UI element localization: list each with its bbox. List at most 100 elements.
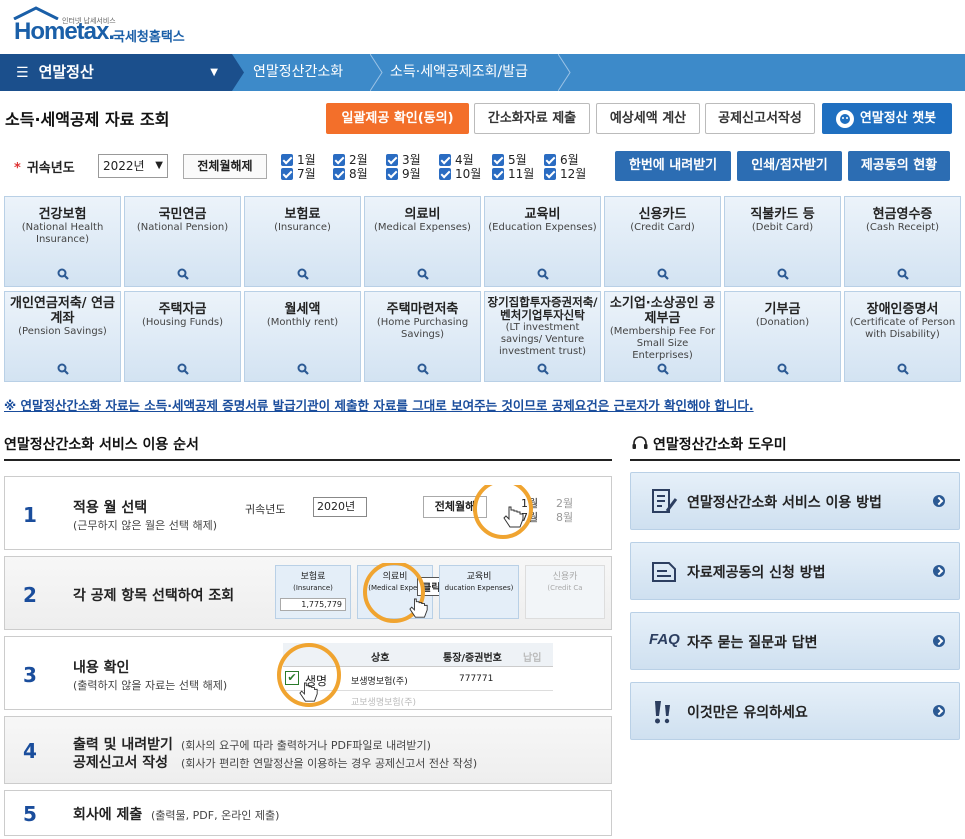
month-checkbox[interactable]: 9월	[386, 167, 421, 181]
tile-title: 직불카드 등	[750, 207, 815, 222]
print-braille-button[interactable]: 인쇄/점자받기	[737, 151, 842, 181]
deduction-tile[interactable]: 보험료 (Insurance)	[244, 196, 361, 287]
exclamation-icon	[655, 701, 670, 724]
deduction-tile[interactable]: 주택자금 (Housing Funds)	[124, 291, 241, 382]
deduction-tile[interactable]: 건강보험 (National Health Insurance)	[4, 196, 121, 287]
checkbox-checked-icon[interactable]	[333, 168, 345, 180]
help-cautions[interactable]: 이것만은 유의하세요	[630, 682, 960, 740]
month-checkbox[interactable]: 7월	[281, 167, 316, 181]
illus-education-label: 교육비	[466, 572, 492, 582]
deduction-tile[interactable]: 장기집합투자증권저축/ 벤처기업투자신탁 (LT investment savin…	[484, 291, 601, 382]
chatbot-button[interactable]: 연말정산 챗봇	[822, 103, 952, 134]
tile-title: 월세액	[284, 302, 321, 317]
month-checkbox[interactable]: 5월	[492, 153, 527, 167]
logo-korean-text: 국세청홈택스	[113, 30, 185, 45]
arrow-right-icon	[933, 705, 945, 717]
deduction-tile[interactable]: 개인연금저축/ 연금계좌 (Pension Savings)	[4, 291, 121, 382]
tile-subtitle: (National Pension)	[136, 222, 229, 233]
deduction-tile[interactable]: 기부금 (Donation)	[724, 291, 841, 382]
menu-dropdown[interactable]: ☰ 연말정산 ▼	[0, 54, 232, 91]
month-checkbox[interactable]: 12월	[544, 167, 586, 181]
deduction-tile[interactable]: 교육비 (Education Expenses)	[484, 196, 601, 287]
faq-icon: FAQ	[649, 631, 680, 648]
step-1-illustration: 귀속년도 2020년 전체월해 1월 7월 2월 8월	[241, 485, 607, 543]
step-number: 1	[23, 503, 37, 527]
illus-card-label: 신용카	[552, 572, 578, 582]
breadcrumb-separator-icon	[558, 54, 571, 91]
search-icon	[537, 268, 549, 280]
submit-simplified-button[interactable]: 간소화자료 제출	[474, 103, 590, 134]
tile-title: 교육비	[524, 207, 561, 222]
chevron-down-icon: ▼	[155, 160, 163, 171]
bulk-consent-button[interactable]: 일괄제공 확인(동의)	[326, 103, 469, 134]
month-checkbox[interactable]: 8월	[333, 167, 368, 181]
tile-subtitle: (Cash Receipt)	[866, 222, 939, 233]
checkbox-checked-icon[interactable]	[439, 154, 451, 166]
expected-tax-button[interactable]: 예상세액 계산	[596, 103, 700, 134]
tile-subtitle: (Insurance)	[274, 222, 331, 233]
checkbox-checked-icon[interactable]	[492, 168, 504, 180]
step-number: 2	[23, 583, 37, 607]
help-usage-guide[interactable]: 연말정산간소화 서비스 이용 방법	[630, 472, 960, 530]
illus-col-account: 통장/증권번호	[443, 653, 502, 664]
month-checkbox[interactable]: 10월	[439, 167, 481, 181]
deduction-tile[interactable]: 현금영수증 (Cash Receipt)	[844, 196, 961, 287]
help-faq[interactable]: FAQ 자주 묻는 질문과 답변	[630, 612, 960, 670]
breadcrumb-deduction-lookup[interactable]: 소득·세액공제조회/발급	[390, 54, 528, 91]
month-checkbox[interactable]: 2월	[333, 153, 368, 167]
required-mark: *	[14, 161, 21, 176]
checkbox-checked-icon[interactable]	[439, 168, 451, 180]
search-icon	[417, 363, 429, 375]
month-label: 1월	[297, 153, 316, 167]
tile-title: 주택자금	[158, 302, 207, 317]
checkbox-checked-icon[interactable]	[544, 168, 556, 180]
tile-subtitle: (National Health Insurance)	[21, 222, 104, 245]
illus-month-8: 8월	[556, 511, 574, 524]
checkbox-checked-icon[interactable]	[333, 154, 345, 166]
checkbox-checked-icon[interactable]	[492, 154, 504, 166]
month-checkbox[interactable]: 1월	[281, 153, 316, 167]
tile-subtitle: (Certificate of Person with Disability)	[849, 317, 956, 340]
breadcrumb-year-end[interactable]: 연말정산간소화	[253, 54, 343, 91]
search-icon	[177, 363, 189, 375]
deduction-tile[interactable]: 국민연금 (National Pension)	[124, 196, 241, 287]
month-checkbox[interactable]: 11월	[492, 167, 534, 181]
deduction-tile[interactable]: 직불카드 등 (Debit Card)	[724, 196, 841, 287]
help-section-title: 연말정산간소화 도우미	[653, 437, 787, 453]
search-icon	[657, 268, 669, 280]
tile-subtitle: (LT investment savings/ Venture investme…	[498, 322, 587, 357]
deduction-tile[interactable]: 장애인증명서 (Certificate of Person with Disabi…	[844, 291, 961, 382]
checkbox-checked-icon[interactable]	[281, 168, 293, 180]
month-label: 10월	[455, 167, 482, 181]
illus-row1-company: 보생명보험(주)	[351, 677, 408, 687]
month-checkbox[interactable]: 4월	[439, 153, 474, 167]
deduction-tile[interactable]: 월세액 (Monthly rent)	[244, 291, 361, 382]
deduction-tile[interactable]: 의료비 (Medical Expenses)	[364, 196, 481, 287]
download-all-button[interactable]: 한번에 내려받기	[615, 151, 731, 181]
section-divider	[630, 459, 960, 461]
deduction-tile[interactable]: 주택마련저축 (Home Purchasing Savings)	[364, 291, 481, 382]
help-consent-guide[interactable]: 자료제공동의 신청 방법	[630, 542, 960, 600]
illus-insurance-amount: 1,775,779	[280, 598, 346, 611]
checkbox-checked-icon[interactable]	[544, 154, 556, 166]
checkbox-checked-icon[interactable]	[281, 154, 293, 166]
deduction-tile[interactable]: 신용카드 (Credit Card)	[604, 196, 721, 287]
arrow-right-icon	[933, 635, 945, 647]
search-icon	[297, 363, 309, 375]
consent-status-button[interactable]: 제공동의 현황	[848, 151, 950, 181]
illus-insurance-label: 보험료	[300, 572, 326, 582]
step-1: 1 적용 월 선택 (근무하지 않은 월은 선택 해제) 귀속년도 2020년 …	[4, 476, 612, 550]
clear-all-months-button[interactable]: 전체월해제	[183, 154, 267, 179]
month-checkbox[interactable]: 3월	[386, 153, 421, 167]
deduction-report-button[interactable]: 공제신고서작성	[705, 103, 815, 134]
deduction-tile[interactable]: 소기업·소상공인 공제부금 (Membership Fee For Small S…	[604, 291, 721, 382]
year-select[interactable]: 2022년 ▼	[98, 154, 168, 178]
checkbox-checked-icon[interactable]	[386, 154, 398, 166]
month-checkbox[interactable]: 6월	[544, 153, 579, 167]
step-number: 4	[23, 739, 37, 763]
step-2-illustration: 보험료 (Insurance) 1,775,779 의료비 (Medical E…	[271, 563, 611, 623]
tile-title: 장기집합투자증권저축/ 벤처기업투자신탁	[487, 295, 598, 322]
hometax-logo[interactable]: Hometax. 인터넷 납세서비스 국세청홈택스	[10, 6, 200, 46]
checkbox-checked-icon[interactable]	[386, 168, 398, 180]
page-title: 소득·세액공제 자료 조회	[5, 110, 170, 129]
